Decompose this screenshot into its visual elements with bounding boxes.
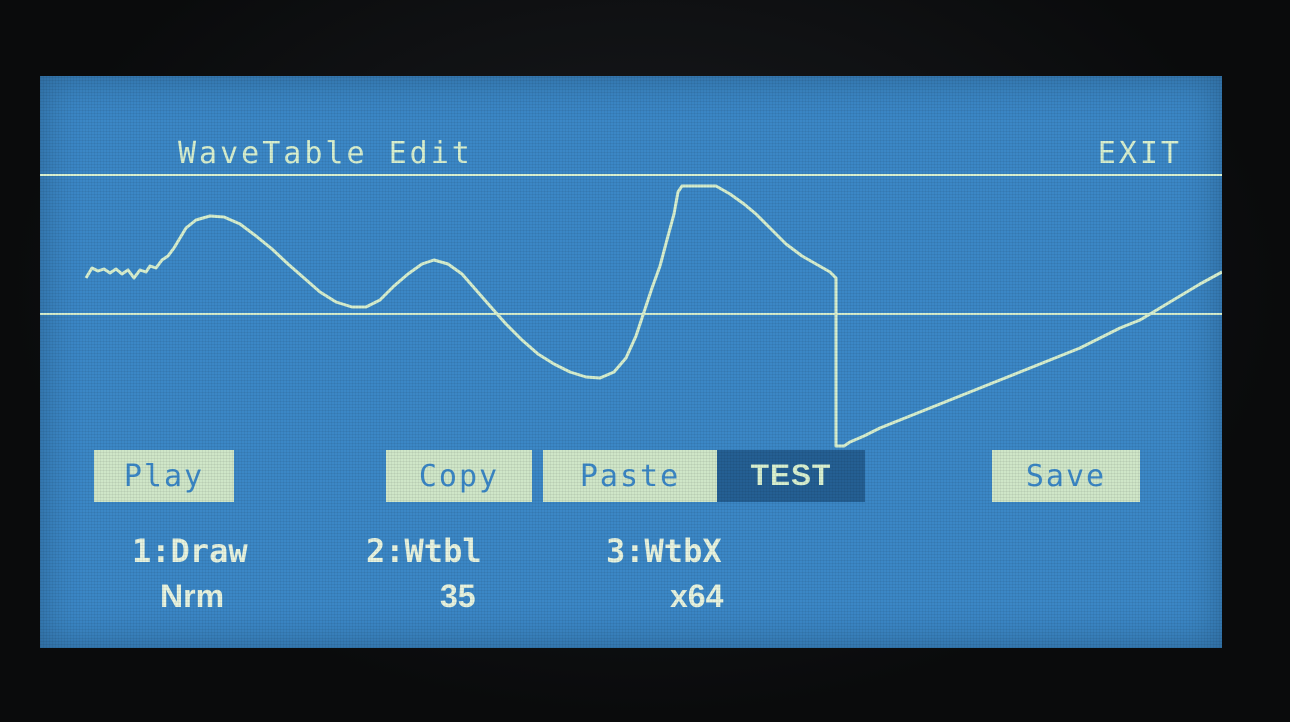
waveform-trace[interactable] — [84, 184, 1222, 448]
waveform-display[interactable] — [40, 176, 1222, 466]
param-3-value[interactable]: x64 — [670, 578, 723, 615]
paste-button[interactable]: Paste — [543, 450, 717, 502]
play-button[interactable]: Play — [94, 450, 234, 502]
param-2-label: 2:Wtbl — [366, 532, 482, 570]
exit-button[interactable]: EXIT — [1098, 136, 1182, 171]
page-title: WaveTable Edit — [178, 136, 473, 171]
test-button[interactable]: TEST — [717, 450, 865, 502]
param-2-value[interactable]: 35 — [440, 578, 476, 615]
save-button[interactable]: Save — [992, 450, 1140, 502]
param-1-value[interactable]: Nrm — [160, 578, 224, 615]
copy-button[interactable]: Copy — [386, 450, 532, 502]
param-1-label: 1:Draw — [132, 532, 248, 570]
param-3-label: 3:WtbX — [606, 532, 722, 570]
lcd-screen: WaveTable Edit EXIT Play Copy Paste TEST… — [40, 76, 1222, 648]
